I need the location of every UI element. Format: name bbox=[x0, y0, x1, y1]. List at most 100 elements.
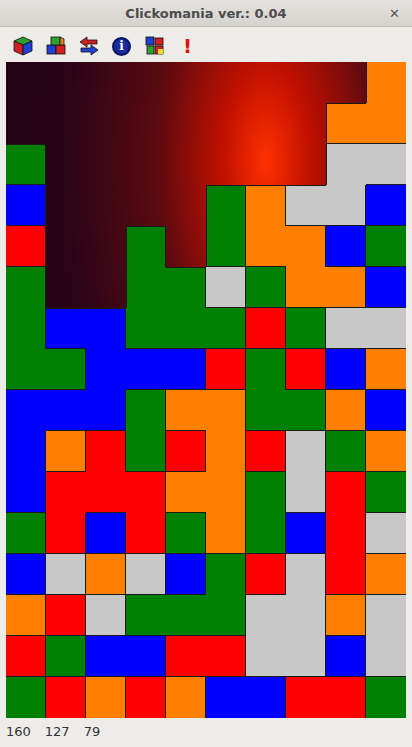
block-cell[interactable] bbox=[6, 308, 46, 349]
block-cell[interactable] bbox=[246, 349, 286, 390]
block-cell[interactable] bbox=[166, 349, 206, 390]
block-cell[interactable] bbox=[6, 472, 46, 513]
block-cell[interactable] bbox=[286, 308, 326, 349]
block-cell[interactable] bbox=[366, 349, 406, 390]
block-cell[interactable] bbox=[86, 513, 126, 554]
block-cell[interactable] bbox=[206, 513, 246, 554]
block-cell[interactable] bbox=[286, 431, 326, 472]
block-cell[interactable] bbox=[126, 636, 166, 677]
block-cell[interactable] bbox=[126, 595, 166, 636]
block-cell[interactable] bbox=[126, 308, 166, 349]
block-cell[interactable] bbox=[166, 636, 206, 677]
block-cell[interactable] bbox=[206, 595, 246, 636]
block-cell[interactable] bbox=[206, 226, 246, 267]
block-cell[interactable] bbox=[206, 677, 246, 718]
block-cell[interactable] bbox=[206, 554, 246, 595]
block-cell[interactable] bbox=[326, 554, 366, 595]
block-cell[interactable] bbox=[326, 349, 366, 390]
block-cell[interactable] bbox=[326, 226, 366, 267]
block-cell[interactable] bbox=[86, 636, 126, 677]
block-cell[interactable] bbox=[6, 431, 46, 472]
block-cell[interactable] bbox=[86, 349, 126, 390]
block-cell[interactable] bbox=[246, 636, 286, 677]
block-cell[interactable] bbox=[206, 267, 246, 308]
block-cell[interactable] bbox=[6, 554, 46, 595]
block-cell[interactable] bbox=[246, 554, 286, 595]
block-cell[interactable] bbox=[46, 308, 86, 349]
block-cell[interactable] bbox=[166, 431, 206, 472]
block-cell[interactable] bbox=[286, 185, 326, 226]
block-cell[interactable] bbox=[46, 472, 86, 513]
block-cell[interactable] bbox=[86, 308, 126, 349]
toolbar-button[interactable] bbox=[42, 33, 69, 60]
block-cell[interactable] bbox=[166, 308, 206, 349]
block-cell[interactable] bbox=[46, 431, 86, 472]
block-cell[interactable] bbox=[286, 554, 326, 595]
block-cell[interactable] bbox=[206, 472, 246, 513]
block-cell[interactable] bbox=[366, 144, 406, 185]
block-cell[interactable] bbox=[206, 308, 246, 349]
block-cell[interactable] bbox=[326, 431, 366, 472]
block-cell[interactable] bbox=[326, 144, 366, 185]
block-cell[interactable] bbox=[326, 390, 366, 431]
block-cell[interactable] bbox=[6, 677, 46, 718]
block-cell[interactable] bbox=[126, 226, 166, 267]
block-cell[interactable] bbox=[326, 185, 366, 226]
block-cell[interactable] bbox=[86, 677, 126, 718]
block-cell[interactable] bbox=[206, 636, 246, 677]
block-cell[interactable] bbox=[166, 554, 206, 595]
toolbar-button[interactable] bbox=[9, 33, 36, 60]
block-cell[interactable] bbox=[246, 472, 286, 513]
block-cell[interactable] bbox=[286, 226, 326, 267]
block-cell[interactable] bbox=[326, 595, 366, 636]
block-cell[interactable] bbox=[366, 390, 406, 431]
block-cell[interactable] bbox=[286, 636, 326, 677]
block-cell[interactable] bbox=[206, 349, 246, 390]
block-cell[interactable] bbox=[46, 554, 86, 595]
block-cell[interactable] bbox=[366, 431, 406, 472]
block-cell[interactable] bbox=[246, 595, 286, 636]
block-cell[interactable] bbox=[6, 185, 46, 226]
block-cell[interactable] bbox=[86, 595, 126, 636]
block-cell[interactable] bbox=[286, 472, 326, 513]
block-cell[interactable] bbox=[86, 554, 126, 595]
close-button[interactable]: ✕ bbox=[389, 0, 400, 27]
block-cell[interactable] bbox=[366, 103, 406, 144]
block-cell[interactable] bbox=[206, 390, 246, 431]
toolbar-button[interactable] bbox=[141, 33, 168, 60]
block-cell[interactable] bbox=[6, 144, 46, 185]
block-cell[interactable] bbox=[46, 595, 86, 636]
block-cell[interactable] bbox=[86, 390, 126, 431]
block-cell[interactable] bbox=[326, 513, 366, 554]
block-cell[interactable] bbox=[126, 267, 166, 308]
block-cell[interactable] bbox=[366, 595, 406, 636]
toolbar-button[interactable]: ! bbox=[174, 33, 201, 60]
block-cell[interactable] bbox=[246, 267, 286, 308]
block-cell[interactable] bbox=[166, 472, 206, 513]
block-cell[interactable] bbox=[326, 267, 366, 308]
block-cell[interactable] bbox=[286, 677, 326, 718]
block-cell[interactable] bbox=[366, 513, 406, 554]
block-cell[interactable] bbox=[126, 431, 166, 472]
block-cell[interactable] bbox=[326, 636, 366, 677]
block-cell[interactable] bbox=[286, 595, 326, 636]
block-cell[interactable] bbox=[246, 308, 286, 349]
block-cell[interactable] bbox=[366, 472, 406, 513]
block-cell[interactable] bbox=[6, 349, 46, 390]
block-cell[interactable] bbox=[126, 554, 166, 595]
block-cell[interactable] bbox=[246, 677, 286, 718]
block-cell[interactable] bbox=[166, 390, 206, 431]
block-cell[interactable] bbox=[126, 472, 166, 513]
block-cell[interactable] bbox=[326, 103, 366, 144]
block-cell[interactable] bbox=[246, 431, 286, 472]
block-cell[interactable] bbox=[6, 595, 46, 636]
block-cell[interactable] bbox=[366, 62, 406, 103]
block-cell[interactable] bbox=[6, 390, 46, 431]
block-cell[interactable] bbox=[366, 226, 406, 267]
block-cell[interactable] bbox=[366, 267, 406, 308]
toolbar-button[interactable]: i bbox=[108, 33, 135, 60]
block-cell[interactable] bbox=[326, 472, 366, 513]
block-cell[interactable] bbox=[286, 267, 326, 308]
block-cell[interactable] bbox=[86, 472, 126, 513]
block-cell[interactable] bbox=[326, 677, 366, 718]
